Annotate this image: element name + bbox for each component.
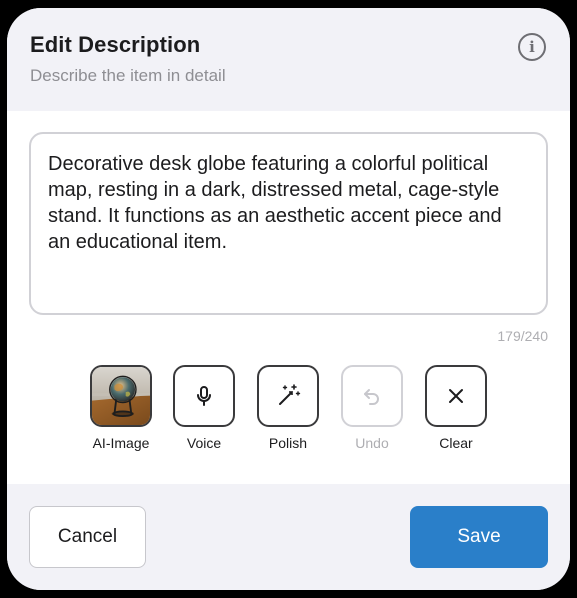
description-textarea[interactable]: Decorative desk globe featuring a colorf…	[29, 132, 548, 315]
save-button[interactable]: Save	[410, 506, 548, 568]
tool-ai-image[interactable]: AI-Image	[79, 365, 163, 451]
undo-button	[341, 365, 403, 427]
tool-voice[interactable]: Voice	[162, 365, 246, 451]
ai-image-button[interactable]	[90, 365, 152, 427]
voice-button[interactable]	[173, 365, 235, 427]
dialog-header: Edit Description Describe the item in de…	[7, 8, 570, 111]
tool-undo: Undo	[330, 365, 414, 451]
tool-label-ai-image: AI-Image	[92, 435, 150, 451]
character-counter: 179/240	[497, 328, 548, 344]
description-text[interactable]: Decorative desk globe featuring a colorf…	[48, 151, 529, 255]
dialog-title: Edit Description	[30, 32, 201, 57]
edit-description-dialog: Edit Description Describe the item in de…	[7, 8, 570, 590]
tool-label-undo: Undo	[355, 435, 389, 451]
close-icon	[449, 389, 463, 403]
tool-polish[interactable]: Polish	[246, 365, 330, 451]
tool-clear[interactable]: Clear	[414, 365, 498, 451]
dialog-body: Decorative desk globe featuring a colorf…	[7, 111, 570, 484]
undo-icon	[364, 389, 379, 405]
polish-button[interactable]	[257, 365, 319, 427]
tool-row: AI-Image Voice Polish Undo Clear	[7, 365, 570, 465]
microphone-icon	[197, 386, 211, 406]
globe-thumbnail-icon	[92, 367, 150, 425]
dialog-subtitle: Describe the item in detail	[30, 66, 226, 85]
cancel-button[interactable]: Cancel	[29, 506, 146, 568]
tool-label-polish: Polish	[268, 435, 308, 451]
magic-wand-icon	[279, 384, 301, 405]
info-icon[interactable]: i	[518, 33, 546, 61]
dialog-footer: Cancel Save	[7, 484, 570, 590]
tool-label-voice: Voice	[186, 435, 222, 451]
clear-button[interactable]	[425, 365, 487, 427]
tool-label-clear: Clear	[439, 435, 473, 451]
